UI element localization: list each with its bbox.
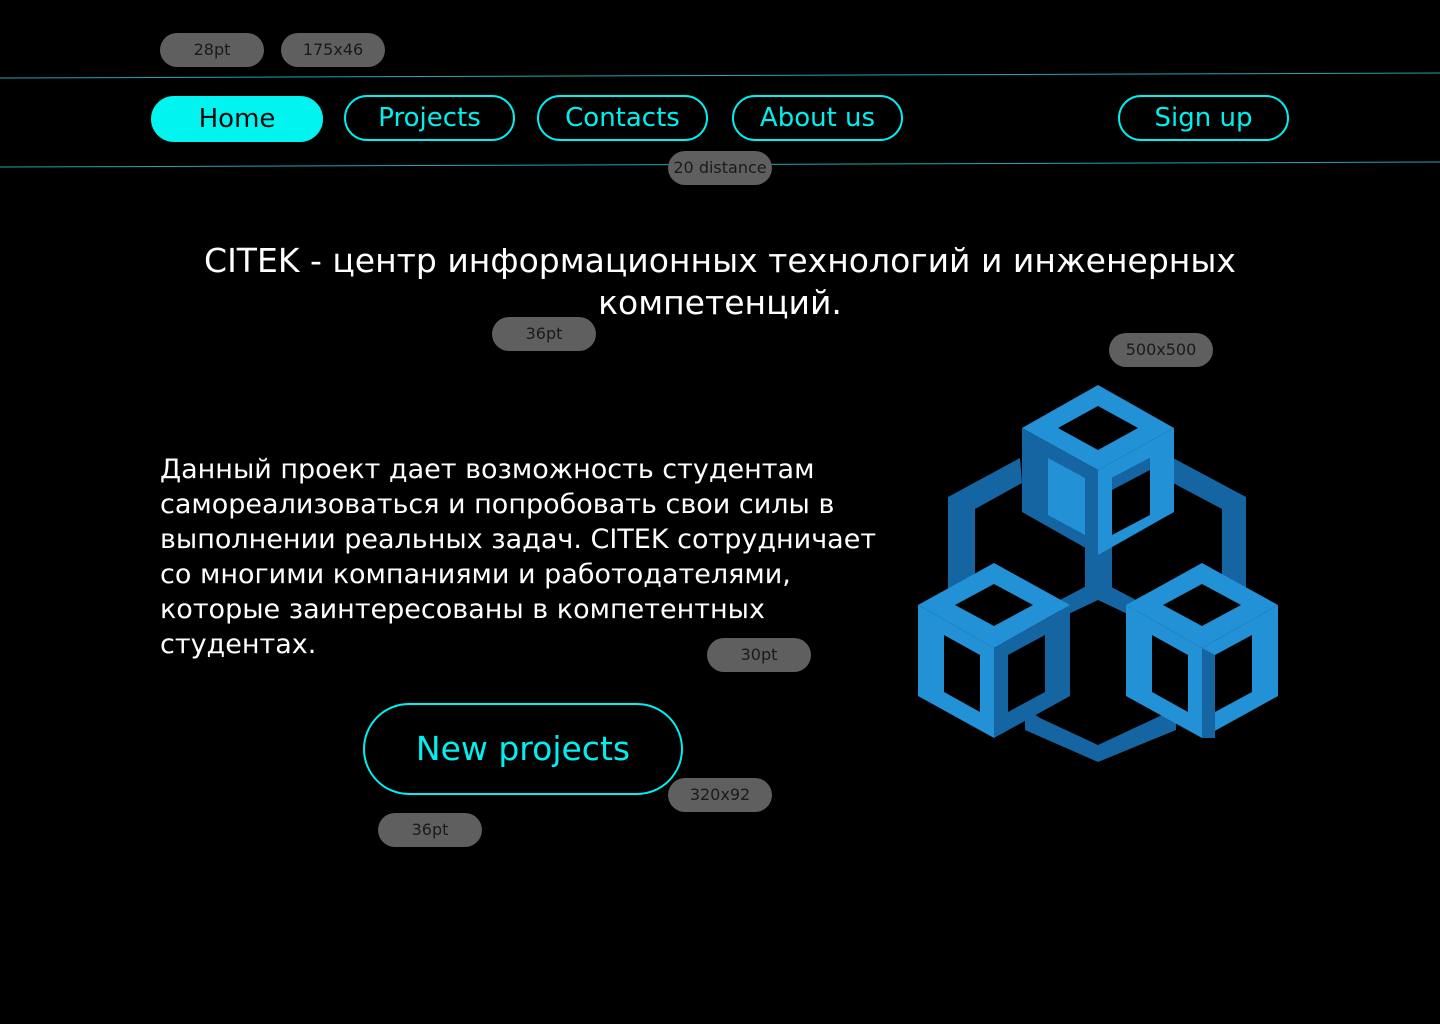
signup-button[interactable]: Sign up: [1118, 95, 1289, 141]
annotation-cta-size: 320x92: [668, 778, 772, 812]
hero-description: Данный проект дает возможность студентам…: [160, 454, 877, 660]
nav-contacts-button[interactable]: Contacts: [537, 95, 708, 141]
nav-home-button[interactable]: Home: [151, 96, 323, 142]
hero-heading: CITEK - центр информационных технологий …: [204, 241, 1236, 322]
annotation-logo-size: 500x500: [1109, 333, 1213, 367]
nav-about-button[interactable]: About us: [732, 95, 903, 141]
nav-projects-button[interactable]: Projects: [344, 95, 515, 141]
header-top-line: [0, 72, 1440, 79]
annotation-heading-font-size: 36pt: [492, 317, 596, 351]
annotation-nav-gap: 20 distance: [668, 151, 772, 185]
annotation-nav-button-size: 175x46: [281, 33, 385, 67]
annotation-cta-font-size: 36pt: [378, 813, 482, 847]
three-cubes-logo-icon: [918, 385, 1278, 762]
annotation-description-font-size: 30pt: [707, 638, 811, 672]
new-projects-button[interactable]: New projects: [363, 703, 683, 795]
annotation-nav-font-size: 28pt: [160, 33, 264, 67]
